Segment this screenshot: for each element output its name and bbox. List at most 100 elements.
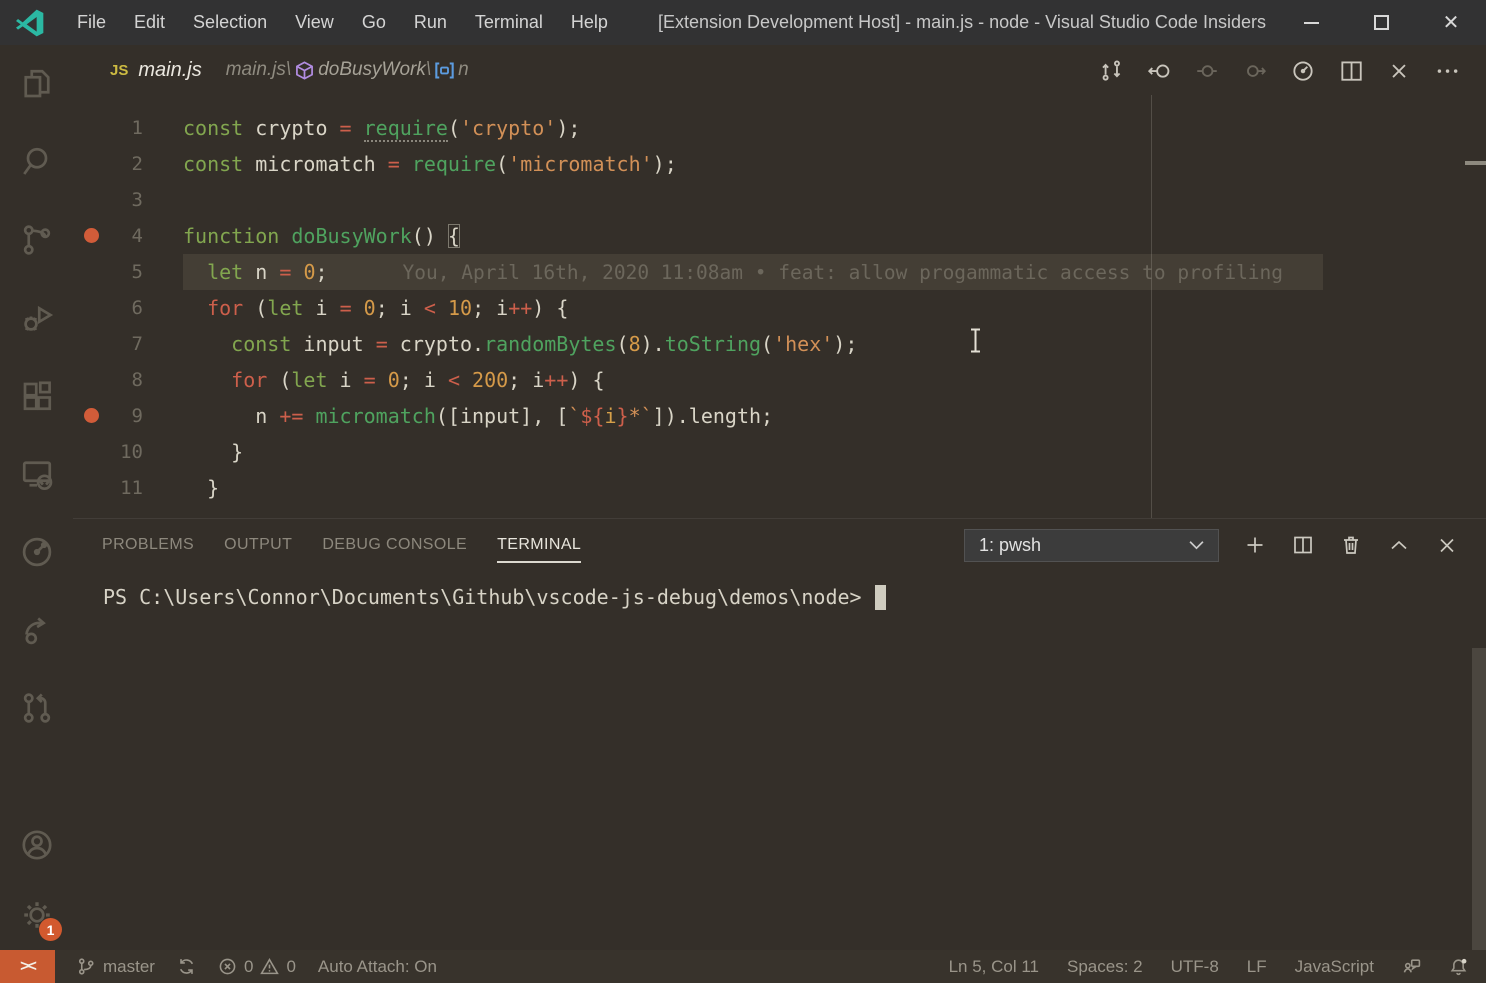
editor-gutter[interactable]: 2 xyxy=(73,146,183,182)
tab-label: main.js xyxy=(138,59,201,82)
cursor-position-label: Ln 5, Col 11 xyxy=(949,957,1039,977)
editor-gutter[interactable]: 3 xyxy=(73,182,183,218)
tab-main-js[interactable]: JS main.js xyxy=(110,59,202,82)
tab-output[interactable]: OUTPUT xyxy=(224,536,292,554)
activity-accounts[interactable] xyxy=(0,810,73,880)
activity-search[interactable] xyxy=(0,123,73,201)
profile-icon xyxy=(19,534,55,570)
line-number: 3 xyxy=(132,182,143,218)
kill-terminal-icon[interactable] xyxy=(1339,533,1363,557)
menu-edit[interactable]: Edit xyxy=(120,0,179,45)
activity-run-and-debug[interactable] xyxy=(0,279,73,357)
menu-terminal[interactable]: Terminal xyxy=(461,0,557,45)
code-line: 11 } xyxy=(73,470,1486,506)
navigate-back-icon[interactable] xyxy=(1146,57,1172,83)
close-window-button[interactable]: ✕ xyxy=(1416,0,1486,45)
close-editor-icon[interactable] xyxy=(1386,57,1412,83)
remote-explorer-icon xyxy=(19,456,55,492)
split-editor-icon[interactable] xyxy=(1338,57,1364,83)
maximize-panel-icon[interactable] xyxy=(1387,533,1411,557)
terminal-select[interactable]: 1: pwsh xyxy=(964,529,1219,562)
code-text: n += micromatch([input], [`${i}*`]).leng… xyxy=(183,398,773,434)
language-indicator[interactable]: JavaScript xyxy=(1295,957,1374,977)
breakpoint-dot[interactable] xyxy=(84,228,99,243)
new-terminal-icon[interactable] xyxy=(1243,533,1267,557)
breakpoint-dot[interactable] xyxy=(84,408,99,423)
code-line: 9 n += micromatch([input], [`${i}*`]).le… xyxy=(73,398,1486,434)
remote-icon: >< xyxy=(20,958,35,976)
code-text: function doBusyWork() { xyxy=(183,218,460,254)
vscode-window: { "window": { "menus": ["File", "Edit", … xyxy=(0,0,1486,983)
code-editor[interactable]: 1const crypto = require('crypto');2const… xyxy=(73,95,1486,518)
activity-github-pull-requests[interactable] xyxy=(0,669,73,747)
menu-go[interactable]: Go xyxy=(348,0,400,45)
menu-run[interactable]: Run xyxy=(400,0,461,45)
warning-count: 0 xyxy=(286,957,295,977)
bell-icon xyxy=(1449,957,1468,976)
editor-gutter[interactable]: 4 xyxy=(73,218,183,254)
overview-ruler-marker xyxy=(1465,161,1486,165)
minimize-button[interactable] xyxy=(1276,0,1346,45)
open-changes-icon[interactable] xyxy=(1098,57,1124,83)
maximize-button[interactable] xyxy=(1346,0,1416,45)
editor-toolbar xyxy=(1098,57,1460,83)
editor-gutter[interactable]: 11 xyxy=(73,470,183,506)
cursor-position[interactable]: Ln 5, Col 11 xyxy=(949,957,1039,977)
terminal-scrollbar[interactable] xyxy=(1472,648,1486,983)
activity-profile[interactable] xyxy=(0,513,73,591)
status-bar: >< master 0 0 Auto Attach: On Ln 5, Col … xyxy=(0,950,1486,983)
activity-bar: 1 xyxy=(0,45,73,950)
problems-indicator[interactable]: 0 0 xyxy=(218,957,296,977)
code-line: 7 const input = crypto.randomBytes(8).to… xyxy=(73,326,1486,362)
activity-extensions[interactable] xyxy=(0,357,73,435)
editor-gutter[interactable]: 10 xyxy=(73,434,183,470)
breadcrumb-file[interactable]: main.js xyxy=(226,59,286,81)
breadcrumb-separator: \ xyxy=(286,59,291,81)
editor-gutter[interactable]: 6 xyxy=(73,290,183,326)
notifications-button[interactable] xyxy=(1449,957,1468,976)
breadcrumb-variable[interactable]: n xyxy=(458,59,469,81)
navigate-previous-icon[interactable] xyxy=(1194,57,1220,83)
menu-help[interactable]: Help xyxy=(557,0,622,45)
search-icon xyxy=(19,144,55,180)
feedback-button[interactable] xyxy=(1402,957,1421,976)
mouse-text-cursor xyxy=(967,327,984,354)
editor-gutter[interactable]: 9 xyxy=(73,398,183,434)
tab-debug-console[interactable]: DEBUG CONSOLE xyxy=(322,536,467,554)
auto-attach-indicator[interactable]: Auto Attach: On xyxy=(318,957,437,977)
activity-explorer[interactable] xyxy=(0,45,73,123)
activity-settings[interactable]: 1 xyxy=(0,880,73,950)
feedback-icon xyxy=(1402,957,1421,976)
profile-session-icon[interactable] xyxy=(1290,57,1316,83)
menu-file[interactable]: File xyxy=(63,0,120,45)
menu-selection[interactable]: Selection xyxy=(179,0,281,45)
activity-live-share[interactable] xyxy=(0,591,73,669)
language-label: JavaScript xyxy=(1295,957,1374,977)
tab-terminal[interactable]: TERMINAL xyxy=(497,536,581,554)
editor-gutter[interactable]: 1 xyxy=(73,110,183,146)
sync-button[interactable] xyxy=(177,957,196,976)
close-panel-icon[interactable] xyxy=(1435,533,1459,557)
editor-gutter[interactable]: 8 xyxy=(73,362,183,398)
navigate-next-icon[interactable] xyxy=(1242,57,1268,83)
more-actions-icon[interactable] xyxy=(1434,57,1460,83)
vscode-insiders-logo-icon[interactable] xyxy=(13,7,47,39)
encoding-label: UTF-8 xyxy=(1171,957,1219,977)
encoding-indicator[interactable]: UTF-8 xyxy=(1171,957,1219,977)
tab-problems[interactable]: PROBLEMS xyxy=(102,536,194,554)
editor-gutter[interactable]: 5 xyxy=(73,254,183,290)
indentation-indicator[interactable]: Spaces: 2 xyxy=(1067,957,1143,977)
close-icon: ✕ xyxy=(1443,13,1460,33)
menu-view[interactable]: View xyxy=(281,0,348,45)
activity-source-control[interactable] xyxy=(0,201,73,279)
eol-indicator[interactable]: LF xyxy=(1247,957,1267,977)
activity-remote-explorer[interactable] xyxy=(0,435,73,513)
breadcrumb-symbol[interactable]: doBusyWork xyxy=(318,59,426,81)
branch-indicator[interactable]: master xyxy=(77,957,155,977)
terminal-content[interactable]: PS C:\Users\Connor\Documents\Github\vsco… xyxy=(73,571,1486,950)
remote-indicator[interactable]: >< xyxy=(0,950,55,983)
window-controls: ✕ xyxy=(1276,0,1486,45)
extensions-icon xyxy=(19,378,55,414)
split-terminal-icon[interactable] xyxy=(1291,533,1315,557)
editor-gutter[interactable]: 7 xyxy=(73,326,183,362)
